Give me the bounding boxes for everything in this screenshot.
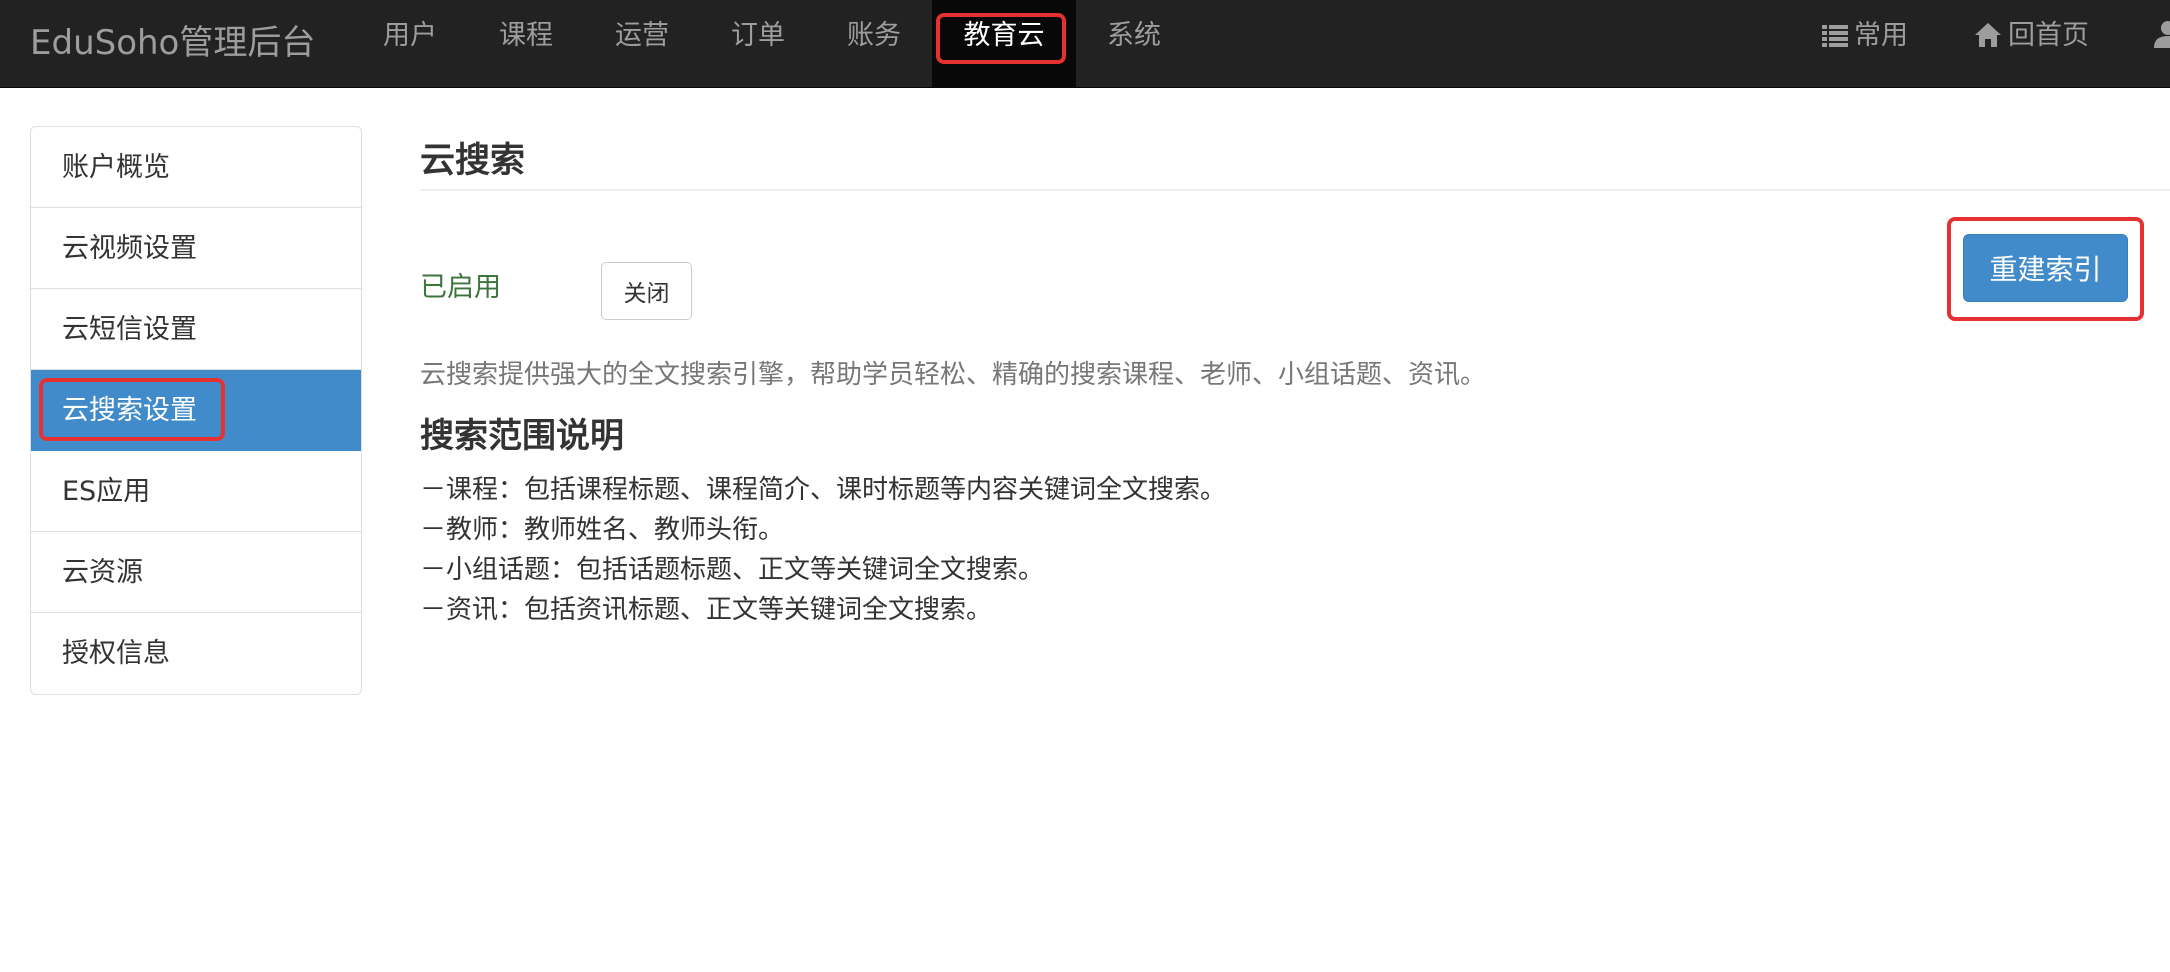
list-item: －资讯：包括资讯标题、正文等关键词全文搜索。 <box>420 595 993 625</box>
scope-title: 搜索范围说明 <box>420 416 624 456</box>
sidebar-item-cloud-resources[interactable]: 云资源 <box>31 532 361 613</box>
title-divider <box>420 189 2170 191</box>
nav-home-link[interactable]: 回首页 <box>1974 0 2089 87</box>
sidebar-item-label: ES应用 <box>62 476 151 507</box>
search-description: 云搜索提供强大的全文搜索引擎，帮助学员轻松、精确的搜索课程、老师、小组话题、资讯… <box>420 360 1487 390</box>
home-icon <box>1975 23 2001 47</box>
nav-item-label: 账务 <box>847 20 901 51</box>
nav-item-label: 教育云 <box>963 20 1045 51</box>
list-item: －小组话题：包括话题标题、正文等关键词全文搜索。 <box>420 555 1045 585</box>
nav-item-label: 系统 <box>1107 20 1161 51</box>
nav-common-menu[interactable]: 常用 <box>1822 0 1908 87</box>
user-icon <box>2154 21 2170 48</box>
nav-item-edu-cloud[interactable]: 教育云 <box>932 0 1076 87</box>
sidebar-item-label: 云视频设置 <box>62 233 197 264</box>
sidebar-item-cloud-video[interactable]: 云视频设置 <box>31 208 361 289</box>
sidebar-item-license-info[interactable]: 授权信息 <box>31 613 361 694</box>
nav-item-system[interactable]: 系统 <box>1094 0 1174 87</box>
nav-item-operations[interactable]: 运营 <box>602 0 682 87</box>
nav-item-orders[interactable]: 订单 <box>718 0 798 87</box>
sidebar-item-account-overview[interactable]: 账户概览 <box>31 127 361 208</box>
common-label: 常用 <box>1854 20 1908 51</box>
sidebar-nav: 账户概览 云视频设置 云短信设置 云搜索设置 ES应用 云资源 授权信息 <box>30 126 362 695</box>
nav-item-label: 用户 <box>383 20 437 51</box>
page-title: 云搜索 <box>420 141 526 181</box>
nav-item-courses[interactable]: 课程 <box>486 0 566 87</box>
sidebar-item-cloud-sms[interactable]: 云短信设置 <box>31 289 361 370</box>
sidebar-item-es-app[interactable]: ES应用 <box>31 451 361 532</box>
sidebar-item-label: 账户概览 <box>62 152 170 183</box>
top-navbar: EduSoho管理后台 用户 课程 运营 订单 账务 教育云 系统 常用 回首页 <box>0 0 2170 88</box>
nav-item-label: 订单 <box>731 20 785 51</box>
sidebar-item-label: 授权信息 <box>62 638 170 669</box>
brand-logo[interactable]: EduSoho管理后台 <box>30 0 315 87</box>
nav-user-menu[interactable] <box>2154 0 2170 87</box>
nav-item-label: 运营 <box>615 20 669 51</box>
home-label: 回首页 <box>2008 20 2089 51</box>
list-item: －课程：包括课程标题、课程简介、课时标题等内容关键词全文搜索。 <box>420 475 1227 505</box>
sidebar-item-label: 云搜索设置 <box>62 395 197 426</box>
nav-item-finance[interactable]: 账务 <box>834 0 914 87</box>
sidebar-item-label: 云资源 <box>62 557 143 588</box>
list-item: －教师：教师姓名、教师头衔。 <box>420 515 785 545</box>
status-label: 已启用 <box>420 272 501 303</box>
sidebar-item-cloud-search[interactable]: 云搜索设置 <box>31 370 361 451</box>
nav-item-users[interactable]: 用户 <box>370 0 450 87</box>
list-icon <box>1822 25 1848 47</box>
nav-item-label: 课程 <box>499 20 553 51</box>
rebuild-index-button[interactable]: 重建索引 <box>1963 234 2128 302</box>
close-button[interactable]: 关闭 <box>601 262 692 320</box>
sidebar-item-label: 云短信设置 <box>62 314 197 345</box>
scope-list: －课程：包括课程标题、课程简介、课时标题等内容关键词全文搜索。 －教师：教师姓名… <box>420 470 1226 630</box>
